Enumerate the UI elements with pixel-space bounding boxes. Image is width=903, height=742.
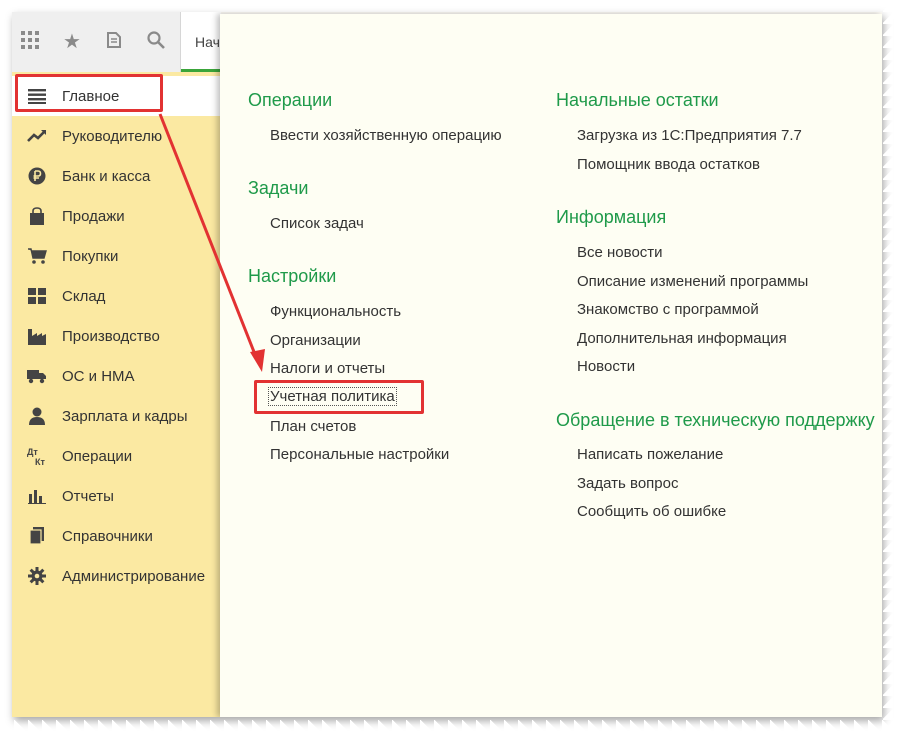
warehouse-icon bbox=[26, 285, 48, 307]
link-write-wish[interactable]: Написать пожелание bbox=[577, 446, 723, 463]
sidebar-item-label: ОС и НМА bbox=[62, 367, 135, 385]
bar-chart-icon bbox=[26, 485, 48, 507]
link-task-list[interactable]: Список задач bbox=[270, 215, 364, 232]
star-icon[interactable]: ★ bbox=[60, 30, 84, 54]
link-enter-operation[interactable]: Ввести хозяйственную операцию bbox=[270, 127, 502, 144]
person-icon bbox=[26, 405, 48, 427]
svg-text:Кт: Кт bbox=[35, 457, 45, 466]
link-chart-of-accounts[interactable]: План счетов bbox=[270, 418, 356, 435]
app-window: ★ Нач Главное Руководителю Банк и касса … bbox=[12, 12, 882, 717]
link-additional-info[interactable]: Дополнительная информация bbox=[577, 330, 787, 347]
sidebar-item-label: Руководителю bbox=[62, 127, 163, 145]
group-title-operations: Операции bbox=[248, 90, 333, 110]
link-report-error[interactable]: Сообщить об ошибке bbox=[577, 503, 726, 520]
sidebar-item-label: Покупки bbox=[62, 247, 119, 265]
sidebar-item-references[interactable]: Справочники bbox=[12, 516, 220, 556]
link-taxes-reports[interactable]: Налоги и отчеты bbox=[270, 360, 385, 377]
sidebar-item-sales[interactable]: Продажи bbox=[12, 196, 220, 236]
svg-text:Дт: Дт bbox=[27, 447, 38, 457]
tab-home-label: Нач bbox=[195, 34, 220, 50]
sidebar-item-production[interactable]: Производство bbox=[12, 316, 220, 356]
highlight-accounting-policy bbox=[254, 380, 424, 414]
link-load-from-77[interactable]: Загрузка из 1С:Предприятия 7.7 bbox=[577, 127, 802, 144]
sidebar-item-label: Отчеты bbox=[62, 487, 114, 505]
link-personal-settings[interactable]: Персональные настройки bbox=[270, 446, 449, 463]
link-program-intro[interactable]: Знакомство с программой bbox=[577, 301, 759, 318]
trend-icon bbox=[26, 125, 48, 147]
sidebar-item-salary[interactable]: Зарплата и кадры bbox=[12, 396, 220, 436]
link-changes-description[interactable]: Описание изменений программы bbox=[577, 273, 808, 290]
sidebar-item-purchases[interactable]: Покупки bbox=[12, 236, 220, 276]
link-all-news[interactable]: Все новости bbox=[577, 244, 663, 261]
highlight-main-section bbox=[15, 74, 163, 112]
cart-icon bbox=[26, 245, 48, 267]
group-title-support: Обращение в техническую поддержку bbox=[556, 410, 875, 430]
sidebar-item-label: Продажи bbox=[62, 207, 125, 225]
dt-kt-icon: Дт Кт bbox=[26, 445, 48, 467]
ruble-icon bbox=[26, 165, 48, 187]
link-ask-question[interactable]: Задать вопрос bbox=[577, 475, 678, 492]
books-icon bbox=[26, 525, 48, 547]
top-toolbar: ★ Нач bbox=[12, 12, 221, 73]
sidebar-item-label: Операции bbox=[62, 447, 133, 465]
truck-icon bbox=[26, 365, 48, 387]
search-icon[interactable] bbox=[144, 30, 168, 54]
link-organizations[interactable]: Организации bbox=[270, 332, 361, 349]
sidebar-item-admin[interactable]: Администрирование bbox=[12, 556, 220, 596]
group-title-tasks: Задачи bbox=[248, 178, 309, 198]
sidebar-item-warehouse[interactable]: Склад bbox=[12, 276, 220, 316]
link-balance-assistant[interactable]: Помощник ввода остатков bbox=[577, 156, 760, 173]
bag-icon bbox=[26, 205, 48, 227]
group-title-opening-balances: Начальные остатки bbox=[556, 90, 719, 110]
sidebar-item-label: Зарплата и кадры bbox=[62, 407, 188, 425]
sections-sidebar: Главное Руководителю Банк и касса Продаж… bbox=[12, 72, 221, 717]
sidebar-item-operations[interactable]: Дт Кт Операции bbox=[12, 436, 220, 476]
sidebar-item-reports[interactable]: Отчеты bbox=[12, 476, 220, 516]
sidebar-item-label: Банк и касса bbox=[62, 167, 151, 185]
gear-icon bbox=[26, 565, 48, 587]
sidebar-item-label: Склад bbox=[62, 287, 106, 305]
sidebar-item-label: Производство bbox=[62, 327, 160, 345]
sidebar-item-label: Администрирование bbox=[62, 567, 206, 585]
history-icon[interactable] bbox=[102, 30, 126, 54]
apps-grid-icon[interactable] bbox=[18, 30, 42, 54]
link-functionality[interactable]: Функциональность bbox=[270, 303, 401, 320]
sidebar-item-label: Справочники bbox=[62, 527, 153, 545]
sidebar-item-manager[interactable]: Руководителю bbox=[12, 116, 220, 156]
group-title-settings: Настройки bbox=[248, 266, 337, 286]
sidebar-item-bank[interactable]: Банк и касса bbox=[12, 156, 220, 196]
section-menu-panel: Операции Ввести хозяйственную операцию З… bbox=[220, 14, 882, 717]
torn-edge-bottom bbox=[0, 720, 903, 742]
tab-home[interactable]: Нач bbox=[180, 12, 221, 72]
sidebar-item-fixed-assets[interactable]: ОС и НМА bbox=[12, 356, 220, 396]
group-title-information: Информация bbox=[556, 207, 667, 227]
factory-icon bbox=[26, 325, 48, 347]
torn-edge-right bbox=[883, 0, 903, 742]
link-news[interactable]: Новости bbox=[577, 358, 635, 375]
